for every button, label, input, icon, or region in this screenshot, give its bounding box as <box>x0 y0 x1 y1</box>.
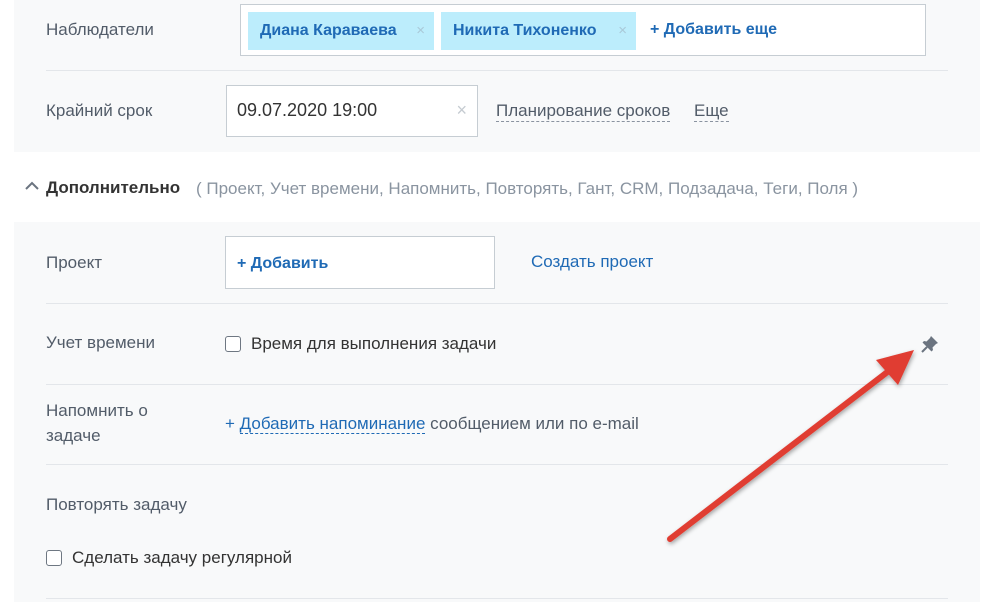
additional-fields-list: ( Проект, Учет времени, Напомнить, Повто… <box>196 179 859 198</box>
project-add-field[interactable]: + Добавить <box>225 236 495 289</box>
reminder-label-line2: задаче <box>46 426 101 445</box>
task-form-panel: Наблюдатели Диана Караваева × Никита Тих… <box>14 0 980 602</box>
additional-title: Дополнительно <box>46 178 181 197</box>
add-reminder-link[interactable]: Добавить напоминание <box>239 414 426 434</box>
additional-section-header[interactable]: Дополнительно ( Проект, Учет времени, На… <box>14 152 980 222</box>
divider <box>46 598 948 599</box>
project-label: Проект <box>46 253 102 272</box>
observers-label: Наблюдатели <box>46 20 154 39</box>
deadline-input[interactable]: 09.07.2020 19:00 × <box>226 85 478 137</box>
divider <box>46 384 948 385</box>
observers-field[interactable]: Диана Караваева × Никита Тихоненко × + Д… <box>240 4 926 56</box>
deadline-label: Крайний срок <box>46 101 153 120</box>
create-project-link[interactable]: Создать проект <box>531 252 653 272</box>
deadline-planning-link[interactable]: Планирование сроков <box>496 101 671 122</box>
add-more-observers-button[interactable]: + Добавить еще <box>650 21 777 39</box>
close-icon[interactable]: × <box>416 22 425 39</box>
repeat-checkbox[interactable] <box>46 550 62 566</box>
time-tracking-checkbox-label[interactable]: Время для выполнения задачи <box>251 334 496 354</box>
deadline-value: 09.07.2020 19:00 <box>237 100 378 120</box>
reminder-row: + Добавить напоминание сообщением или по… <box>225 414 639 434</box>
deadline-more-link[interactable]: Еще <box>694 101 729 122</box>
divider <box>46 303 948 304</box>
observer-tag-name: Никита Тихоненко <box>453 22 597 39</box>
reminder-plus: + <box>225 414 235 433</box>
time-tracking-checkbox[interactable] <box>225 336 241 352</box>
time-tracking-label: Учет времени <box>46 333 156 352</box>
reminder-label: Напомнить о <box>46 401 148 420</box>
observer-tag[interactable]: Диана Караваева × <box>248 12 434 50</box>
chevron-up-icon[interactable] <box>22 176 42 196</box>
reminder-suffix: сообщением или по e-mail <box>430 414 639 433</box>
observer-tag[interactable]: Никита Тихоненко × <box>441 12 636 50</box>
repeat-label: Повторять задачу <box>46 495 187 514</box>
pin-icon[interactable] <box>920 334 940 354</box>
project-add-button[interactable]: + Добавить <box>237 255 328 272</box>
observer-tag-name: Диана Караваева <box>260 22 397 39</box>
repeat-checkbox-label[interactable]: Сделать задачу регулярной <box>72 548 292 568</box>
divider <box>46 464 948 465</box>
close-icon[interactable]: × <box>456 100 467 121</box>
close-icon[interactable]: × <box>618 22 627 39</box>
divider <box>46 70 948 71</box>
